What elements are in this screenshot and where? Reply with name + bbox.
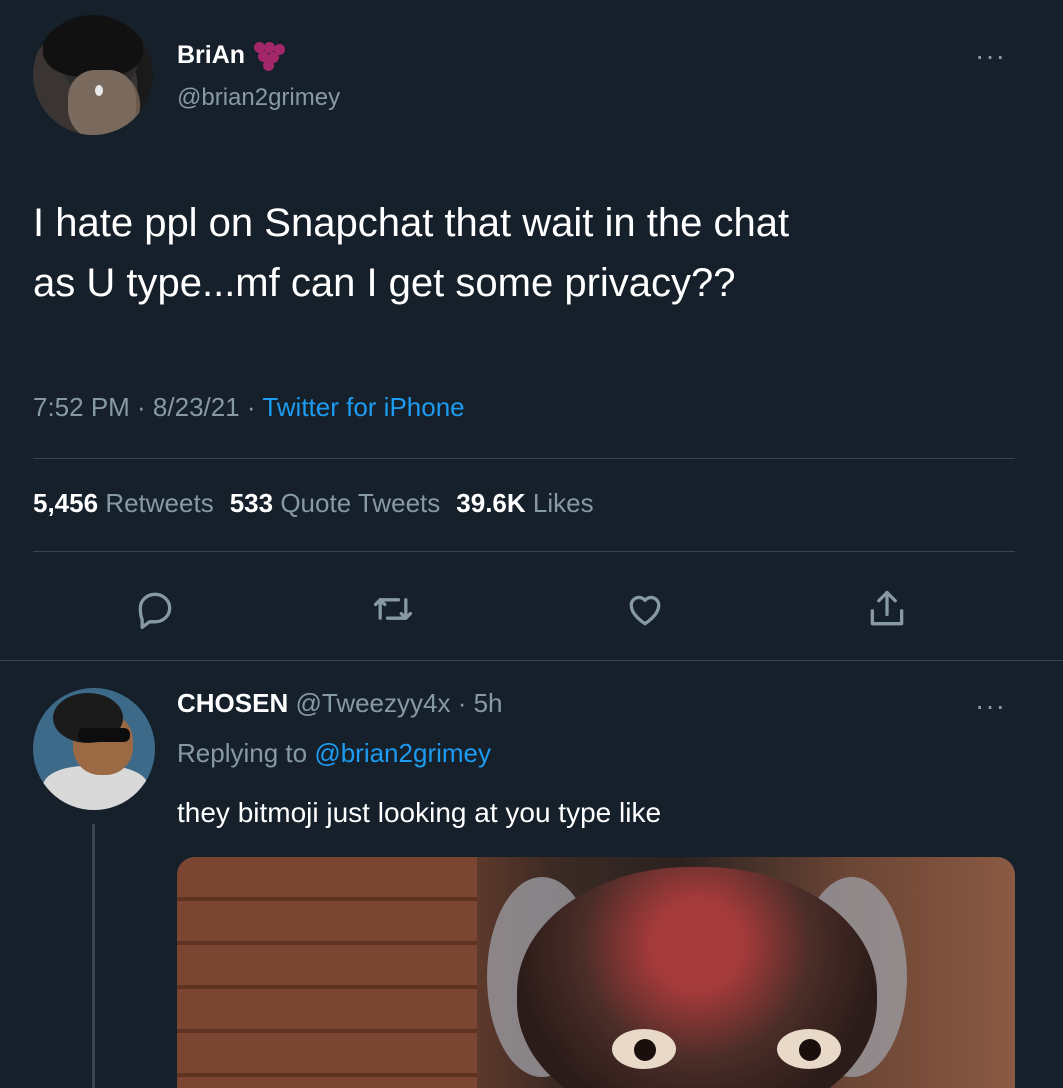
tweet-stats: 5,456 Retweets 533 Quote Tweets 39.6K Li…: [33, 488, 594, 519]
reply-icon[interactable]: [133, 587, 177, 631]
reply-more-options-icon[interactable]: ···: [975, 690, 1006, 722]
share-icon[interactable]: [865, 587, 909, 631]
section-divider: [0, 660, 1063, 661]
avatar-face: [68, 70, 136, 135]
likes-stat[interactable]: 39.6K Likes: [456, 488, 593, 519]
reply-text: they bitmoji just looking at you type li…: [177, 797, 662, 828]
avatar-hair: [43, 15, 143, 77]
quote-tweets-stat[interactable]: 533 Quote Tweets: [230, 488, 441, 519]
author-display-name[interactable]: BriAn: [177, 41, 245, 70]
like-icon[interactable]: [623, 587, 667, 631]
author-name-row[interactable]: BriAn: [177, 38, 288, 72]
more-options-icon[interactable]: ···: [975, 40, 1006, 72]
divider: [33, 551, 1015, 552]
media-door: [177, 857, 477, 1088]
retweets-count: 5,456: [33, 488, 99, 518]
replying-to-handle[interactable]: @brian2grimey: [314, 738, 491, 768]
tweet-text-line-1: I hate ppl on Snapchat that wait in the …: [33, 201, 790, 245]
retweet-icon[interactable]: [371, 587, 415, 631]
avatar-piercing: [95, 85, 103, 96]
tweet-source-link[interactable]: Twitter for iPhone: [262, 392, 464, 422]
divider: [33, 458, 1015, 459]
replying-to: Replying to @brian2grimey: [177, 738, 491, 769]
reply-display-name[interactable]: CHOSEN: [177, 688, 288, 718]
author-handle[interactable]: @brian2grimey: [177, 84, 340, 112]
replying-prefix: Replying to: [177, 738, 315, 768]
reply-media-image[interactable]: [177, 857, 1015, 1088]
reply-author-avatar[interactable]: [33, 688, 155, 810]
media-eye: [777, 1029, 841, 1069]
tweet-meta: 7:52 PM · 8/23/21 · Twitter for iPhone: [33, 392, 465, 423]
tweet-text: I hate ppl on Snapchat that wait in the …: [33, 193, 1033, 313]
reply-handle-time[interactable]: @Tweezyy4x · 5h: [295, 688, 502, 718]
author-avatar[interactable]: [33, 15, 153, 135]
reply-header[interactable]: CHOSEN @Tweezyy4x · 5h: [177, 688, 503, 719]
tweet-text-line-2: as U type...mf can I get some privacy??: [33, 261, 736, 305]
avatar-sunglasses: [78, 728, 130, 742]
quotes-count: 533: [229, 488, 274, 518]
quotes-label: Quote Tweets: [280, 488, 441, 518]
retweets-stat[interactable]: 5,456 Retweets: [33, 488, 214, 519]
thread-connector-line: [92, 824, 95, 1088]
media-eye: [612, 1029, 676, 1069]
likes-label: Likes: [532, 488, 594, 518]
retweets-label: Retweets: [105, 488, 214, 518]
grape-emoji-icon: [248, 38, 288, 72]
tweet-timestamp[interactable]: 7:52 PM · 8/23/21 ·: [33, 392, 262, 422]
likes-count: 39.6K: [456, 488, 526, 518]
